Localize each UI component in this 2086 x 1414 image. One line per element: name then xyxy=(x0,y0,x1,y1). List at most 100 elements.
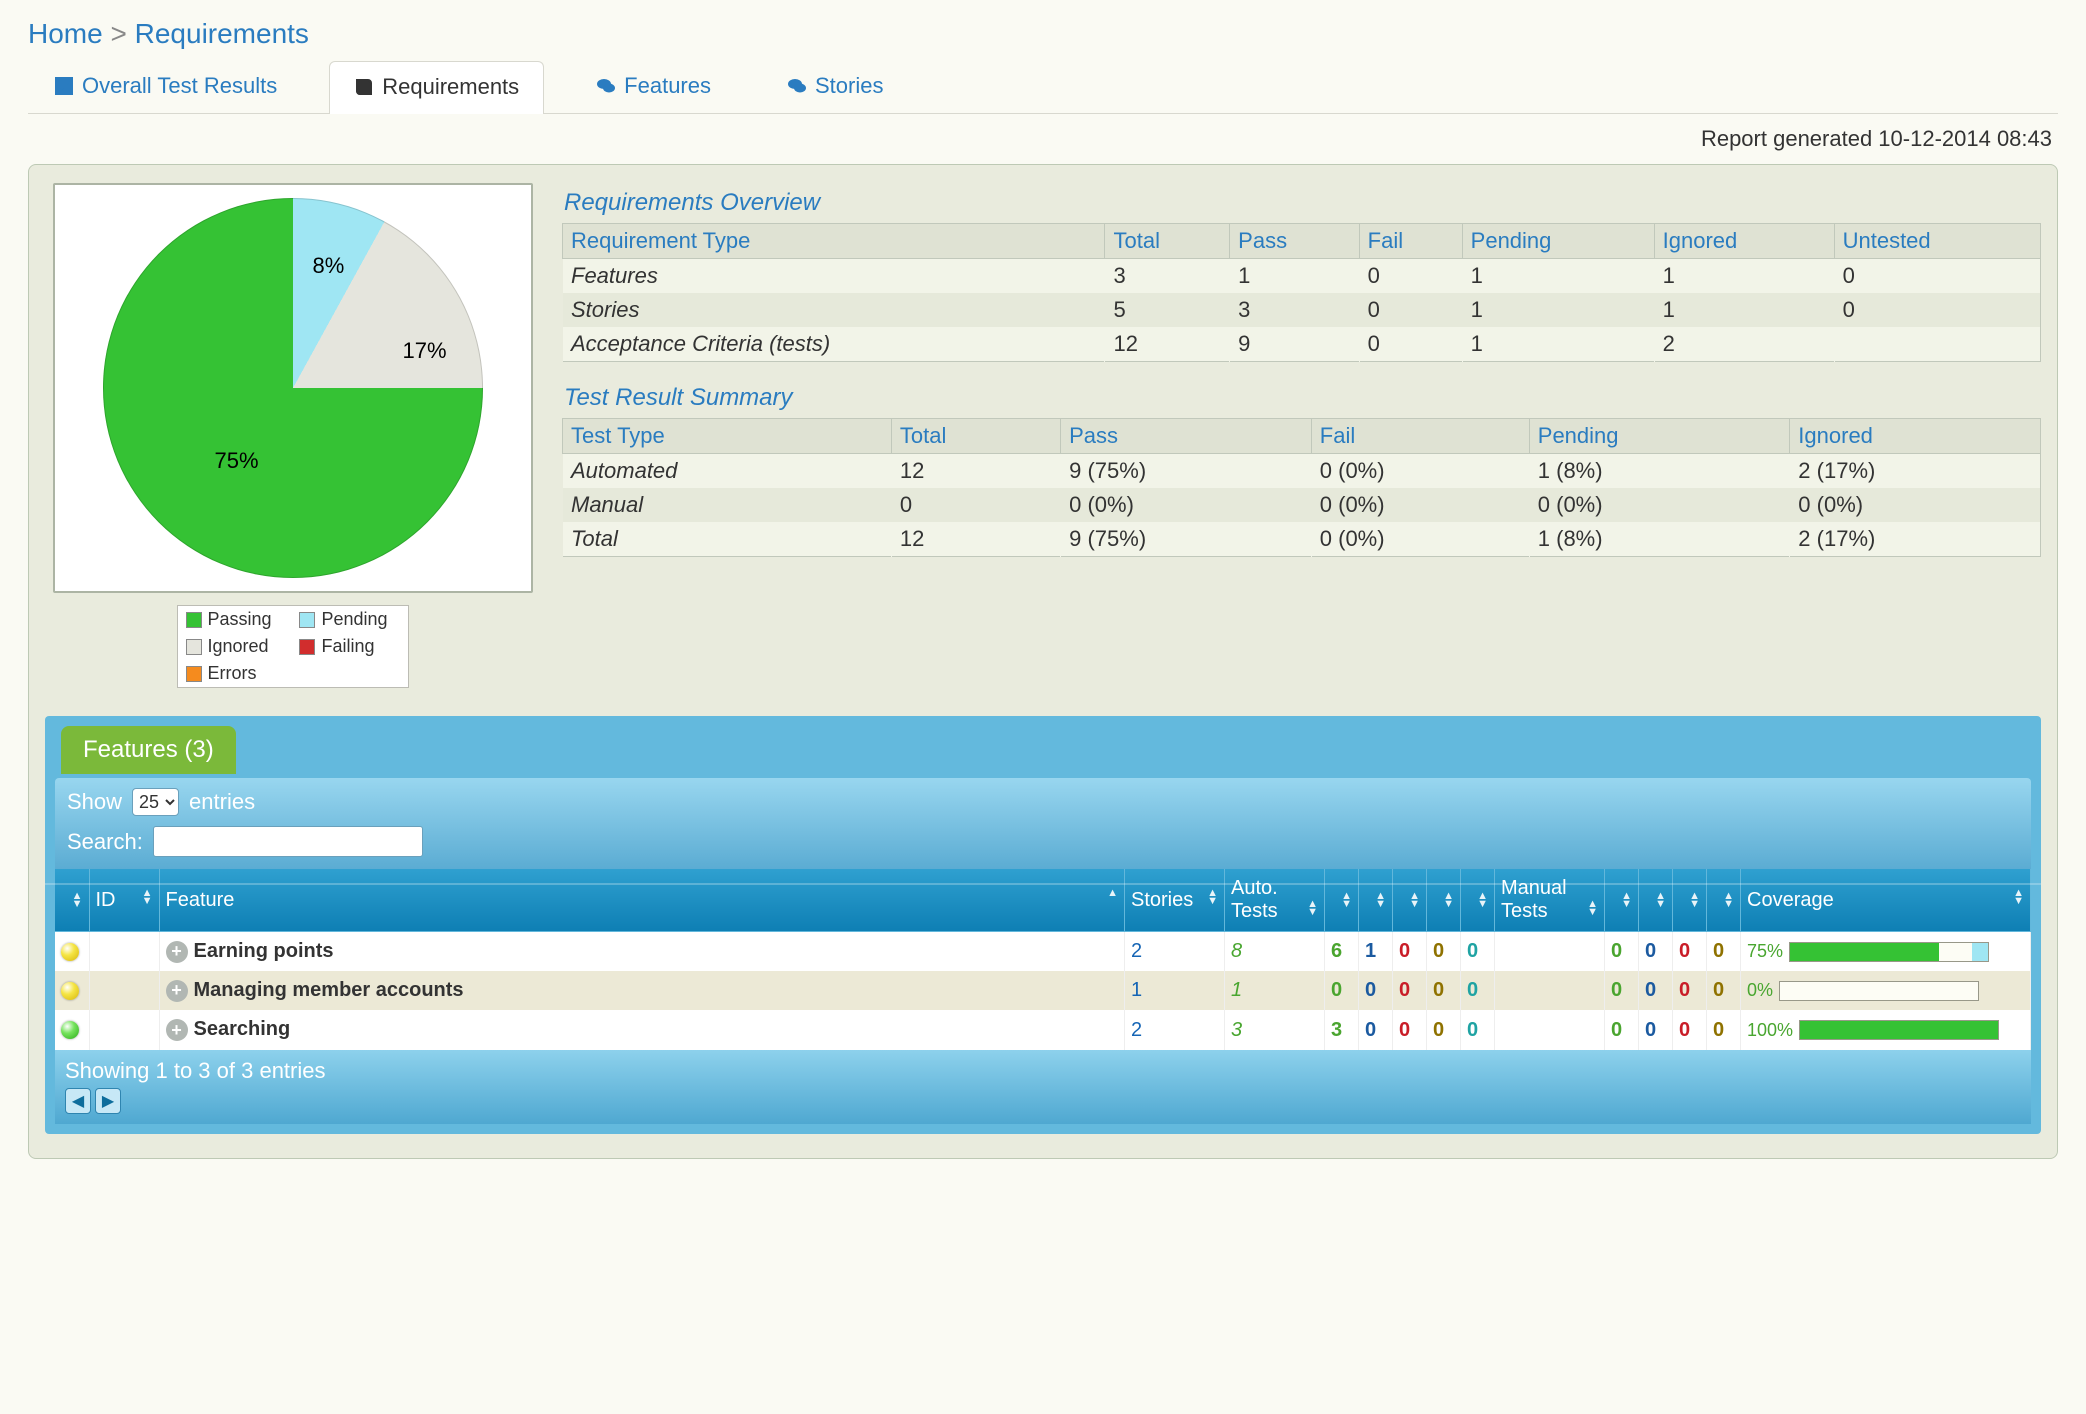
feature-name[interactable]: Searching xyxy=(194,1019,291,1041)
legend-ignored: Ignored xyxy=(178,633,292,660)
th-m2[interactable]: ▲▼ xyxy=(1639,869,1673,932)
table-row: Manual00 (0%)0 (0%)0 (0%)0 (0%) xyxy=(563,488,2041,522)
cell: 2 (17%) xyxy=(1790,454,2041,489)
th-m3[interactable]: ▲▼ xyxy=(1673,869,1707,932)
sort-icon: ▲▼ xyxy=(1621,892,1632,908)
cell: 0 xyxy=(1834,259,2040,294)
tab-overall[interactable]: Overall Test Results xyxy=(30,61,301,113)
manual-status-cell: 0 xyxy=(1673,932,1707,972)
coverage-bar xyxy=(1799,1020,1999,1040)
auto-status-cell: 0 xyxy=(1393,1010,1427,1049)
overview-title: Requirements Overview xyxy=(564,189,2041,217)
auto-status-cell: 0 xyxy=(1393,971,1427,1010)
sort-icon: ▲▼ xyxy=(1207,889,1218,905)
th-m1[interactable]: ▲▼ xyxy=(1605,869,1639,932)
pie-legend: Passing Pending Ignored Failing Errors xyxy=(177,605,409,688)
id-cell xyxy=(89,1010,159,1049)
th-manual-tests[interactable]: Manual Tests▲▼ xyxy=(1495,869,1605,932)
search-input[interactable] xyxy=(153,826,423,857)
cell: 0 xyxy=(891,488,1060,522)
pager-next-button[interactable]: ▶ xyxy=(95,1088,121,1114)
auto-tests-cell: 3 xyxy=(1225,1010,1325,1049)
sort-icon: ▲▼ xyxy=(1723,892,1734,908)
table-row: Stories530110 xyxy=(563,293,2041,327)
auto-status-cell: 0 xyxy=(1393,932,1427,972)
status-cell xyxy=(55,1010,89,1049)
cell: 3 xyxy=(1230,293,1359,327)
status-dot-icon xyxy=(61,982,79,1000)
sort-icon: ▲▼ xyxy=(1443,892,1454,908)
cell: 3 xyxy=(1105,259,1230,294)
expand-button[interactable]: + xyxy=(166,980,188,1002)
th-status[interactable]: ▲▼ xyxy=(55,869,89,932)
th-a5[interactable]: ▲▼ xyxy=(1461,869,1495,932)
tab-requirements[interactable]: Requirements xyxy=(329,61,544,114)
pager-prev-button[interactable]: ◀ xyxy=(65,1088,91,1114)
comments-icon xyxy=(596,76,616,96)
overview-table: Requirement Type Total Pass Fail Pending… xyxy=(562,223,2041,362)
breadcrumb: Home > Requirements xyxy=(28,12,2058,60)
cell: Acceptance Criteria (tests) xyxy=(563,327,1105,362)
search-label: Search: xyxy=(67,829,143,855)
entries-select[interactable]: 25 xyxy=(132,788,179,816)
th-a2[interactable]: ▲▼ xyxy=(1359,869,1393,932)
th-auto-tests[interactable]: Auto. Tests▲▼ xyxy=(1225,869,1325,932)
manual-status-cell: 0 xyxy=(1639,971,1673,1010)
sort-asc-icon: ▲ xyxy=(1107,889,1118,897)
overview-th-pending: Pending xyxy=(1462,224,1654,259)
cell: 1 xyxy=(1230,259,1359,294)
feature-name[interactable]: Managing member accounts xyxy=(194,979,464,1001)
summary-title: Test Result Summary xyxy=(564,384,2041,412)
manual-tests-cell xyxy=(1495,932,1605,972)
sort-icon: ▲▼ xyxy=(1655,892,1666,908)
pie-label-pending: 8% xyxy=(313,253,345,279)
sort-icon: ▲▼ xyxy=(142,889,153,905)
auto-tests-cell: 8 xyxy=(1225,932,1325,972)
th-a4[interactable]: ▲▼ xyxy=(1427,869,1461,932)
overview-th-total: Total xyxy=(1105,224,1230,259)
summary-table: Test Type Total Pass Fail Pending Ignore… xyxy=(562,418,2041,557)
sort-icon: ▲▼ xyxy=(72,892,83,908)
cell: 1 xyxy=(1462,327,1654,362)
overview-th-pass: Pass xyxy=(1230,224,1359,259)
th-a1[interactable]: ▲▼ xyxy=(1325,869,1359,932)
cell: 0 (0%) xyxy=(1311,488,1529,522)
th-stories[interactable]: Stories▲▼ xyxy=(1125,869,1225,932)
coverage-cell: 75% xyxy=(1741,932,2031,972)
breadcrumb-current[interactable]: Requirements xyxy=(135,18,309,49)
report-timestamp: Report generated 10-12-2014 08:43 xyxy=(28,114,2058,152)
manual-tests-cell xyxy=(1495,971,1605,1010)
th-feature[interactable]: Feature▲ xyxy=(159,869,1125,932)
cell: Automated xyxy=(563,454,892,489)
feature-name[interactable]: Earning points xyxy=(194,940,334,962)
th-id[interactable]: ID▲▼ xyxy=(89,869,159,932)
expand-button[interactable]: + xyxy=(166,1019,188,1041)
legend-errors: Errors xyxy=(178,660,292,687)
expand-button[interactable]: + xyxy=(166,941,188,963)
th-a3[interactable]: ▲▼ xyxy=(1393,869,1427,932)
manual-status-cell: 0 xyxy=(1605,1010,1639,1049)
th-m4[interactable]: ▲▼ xyxy=(1707,869,1741,932)
tab-features[interactable]: Features xyxy=(572,61,735,113)
coverage-pct: 0% xyxy=(1747,980,1773,1000)
breadcrumb-home[interactable]: Home xyxy=(28,18,103,49)
sort-icon: ▲▼ xyxy=(1409,892,1420,908)
pie-chart-box: 8% 17% 75% Passing Pending Ignored Faili… xyxy=(45,183,540,688)
manual-tests-cell xyxy=(1495,1010,1605,1049)
manual-status-cell: 0 xyxy=(1673,1010,1707,1049)
table-row: +Managing member accounts110000000000% xyxy=(55,971,2031,1010)
tab-stories[interactable]: Stories xyxy=(763,61,907,113)
auto-status-cell: 0 xyxy=(1427,932,1461,972)
manual-status-cell: 0 xyxy=(1605,932,1639,972)
cell: 1 xyxy=(1654,293,1834,327)
sort-icon: ▲▼ xyxy=(1587,900,1598,916)
feature-cell: + Searching xyxy=(159,1010,1125,1049)
square-icon xyxy=(186,666,202,682)
table-row: +Earning points2861000000075% xyxy=(55,932,2031,972)
show-label-post: entries xyxy=(189,789,255,815)
auto-status-cell: 0 xyxy=(1461,1010,1495,1049)
coverage-bar xyxy=(1789,942,1989,962)
th-coverage[interactable]: Coverage▲▼ xyxy=(1741,869,2031,932)
cell: 0 xyxy=(1359,293,1462,327)
show-label-pre: Show xyxy=(67,789,122,815)
